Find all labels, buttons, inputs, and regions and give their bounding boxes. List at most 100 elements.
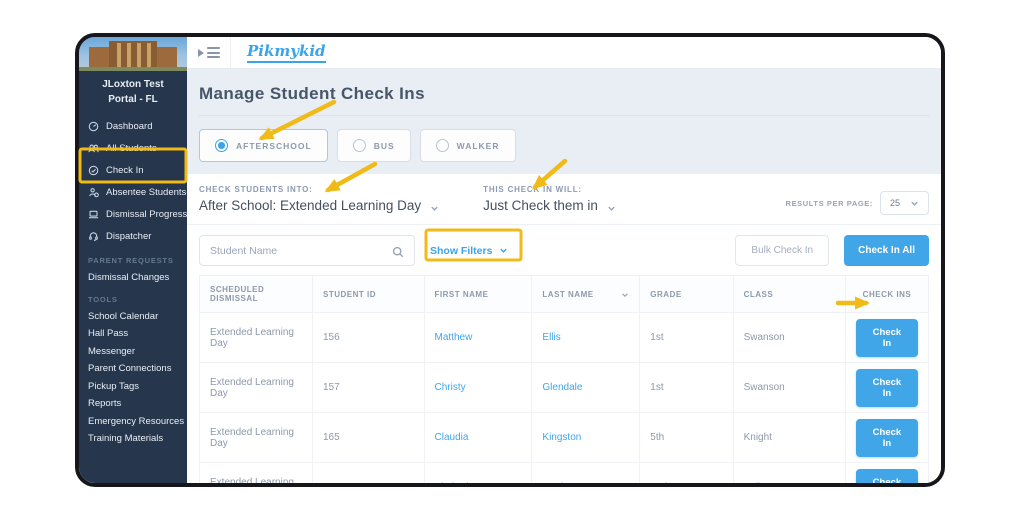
- sidebar-item-label: Dispatcher: [106, 230, 152, 242]
- col-student-id[interactable]: STUDENT ID: [311, 275, 425, 313]
- last-name-link[interactable]: Kingston: [542, 432, 581, 443]
- chevron-down-icon: [499, 246, 508, 255]
- table-row: Extended Learning Day 126 Kimberly Lewis…: [199, 462, 930, 483]
- sidebar-toggle-button[interactable]: [187, 37, 231, 68]
- check-in-button[interactable]: Check In: [855, 418, 918, 457]
- page-title: Manage Student Check Ins: [199, 84, 425, 103]
- radio-walker[interactable]: WALKER: [419, 129, 516, 162]
- cell-student-id: 126: [311, 462, 425, 483]
- sidebar-item-emergency-resources[interactable]: Emergency Resources: [79, 412, 187, 430]
- bulk-check-in-button[interactable]: Bulk Check In: [735, 235, 830, 266]
- people-icon: [88, 143, 99, 154]
- table-row: Extended Learning Day 156 Matthew Ellis …: [199, 312, 930, 363]
- sort-down-icon: [621, 291, 629, 299]
- cell-class: Swanson: [732, 362, 846, 413]
- sidebar-item-training-materials[interactable]: Training Materials: [79, 429, 187, 447]
- app-window: JLoxton Test Portal - FL Dashboard All S…: [75, 33, 945, 487]
- check-in-all-button[interactable]: Check In All: [844, 235, 929, 266]
- students-table: SCHEDULED DISMISSAL STUDENT ID FIRST NAM…: [199, 275, 930, 483]
- check-students-into-dropdown[interactable]: CHECK STUDENTS INTO: After School: Exten…: [199, 185, 439, 213]
- chevron-down-icon: [607, 201, 616, 211]
- divider: [199, 115, 929, 116]
- menu-expand-icon: [197, 47, 220, 58]
- headset-icon: [88, 231, 99, 242]
- dashboard-gauge-icon: [88, 121, 99, 132]
- show-filters-label: Show Filters: [430, 244, 493, 257]
- first-name-link[interactable]: Claudia: [435, 432, 469, 443]
- cell-student-id: 165: [311, 412, 425, 463]
- first-name-link[interactable]: Christy: [435, 382, 466, 393]
- pikmykid-logo[interactable]: Pikmykid: [247, 42, 326, 63]
- cell-scheduled-dismissal: Extended Learning Day: [199, 362, 313, 413]
- sidebar-item-absentee-students[interactable]: Absentee Students: [79, 181, 187, 203]
- radio-label: WALKER: [456, 140, 500, 151]
- cell-first-name: Matthew: [423, 312, 533, 363]
- cell-class: Knight: [732, 412, 846, 463]
- radio-dot: [352, 139, 366, 152]
- sidebar-item-dismissal-progress[interactable]: Dismissal Progress: [79, 203, 187, 225]
- cell-last-name: Lewis: [531, 462, 641, 483]
- first-name-link[interactable]: Matthew: [435, 332, 473, 343]
- sidebar-item-label: Check In: [106, 164, 144, 176]
- col-grade[interactable]: GRADE: [639, 275, 734, 313]
- cell-class: Bellmore: [732, 462, 846, 483]
- cell-grade: 2nd: [639, 462, 734, 483]
- col-label: LAST NAME: [542, 289, 594, 299]
- student-search-field[interactable]: [199, 235, 415, 266]
- cell-scheduled-dismissal: Extended Learning Day: [199, 312, 313, 363]
- results-per-page-select[interactable]: 25: [879, 191, 929, 215]
- cell-grade: 5th: [639, 412, 734, 463]
- check-in-button[interactable]: Check In: [855, 368, 918, 407]
- table-row: Extended Learning Day 157 Christy Glenda…: [199, 362, 930, 413]
- results-per-page-value: 25: [889, 198, 900, 208]
- last-name-link[interactable]: Lewis: [542, 482, 568, 483]
- show-filters-toggle[interactable]: Show Filters: [430, 245, 508, 257]
- radio-bus[interactable]: BUS: [336, 129, 411, 162]
- sidebar-item-label: Dashboard: [106, 120, 153, 132]
- radio-label: AFTERSCHOOL: [236, 140, 312, 151]
- cell-first-name: Claudia: [423, 412, 533, 463]
- last-name-link[interactable]: Ellis: [542, 332, 560, 343]
- last-name-link[interactable]: Glendale: [542, 382, 582, 393]
- check-in-panel: CHECK STUDENTS INTO: After School: Exten…: [187, 174, 941, 483]
- dropdown-label: THIS CHECK IN WILL:: [483, 185, 582, 194]
- results-per-page: RESULTS PER PAGE: 25: [786, 191, 929, 215]
- sidebar-item-school-calendar[interactable]: School Calendar: [79, 307, 187, 325]
- dropdown-value: After School: Extended Learning Day: [199, 198, 422, 213]
- table-row: Extended Learning Day 165 Claudia Kingst…: [199, 412, 930, 463]
- sidebar-nav: Dashboard All Students Check In Absentee…: [79, 111, 187, 247]
- col-class[interactable]: CLASS: [732, 275, 846, 313]
- cell-grade: 1st: [639, 362, 734, 413]
- sidebar-item-dispatcher[interactable]: Dispatcher: [79, 225, 187, 247]
- radio-dot: [215, 139, 228, 152]
- search-row: Show Filters Bulk Check In Check In All: [199, 225, 929, 275]
- dropdown-value: Just Check them in: [483, 198, 598, 213]
- sidebar-item-hall-pass[interactable]: Hall Pass: [79, 324, 187, 342]
- dropdown-label: CHECK STUDENTS INTO:: [199, 185, 313, 194]
- sidebar-item-check-in[interactable]: Check In: [79, 159, 187, 181]
- sidebar-item-dashboard[interactable]: Dashboard: [79, 115, 187, 137]
- table-header-row: SCHEDULED DISMISSAL STUDENT ID FIRST NAM…: [199, 275, 930, 313]
- sidebar-item-reports[interactable]: Reports: [79, 394, 187, 412]
- sidebar-item-dismissal-changes[interactable]: Dismissal Changes: [79, 268, 187, 286]
- check-in-type-group: AFTERSCHOOL BUS WALKER: [199, 129, 929, 162]
- first-name-link[interactable]: Kimberly: [435, 482, 474, 483]
- col-scheduled-dismissal[interactable]: SCHEDULED DISMISSAL: [199, 275, 313, 313]
- radio-afterschool[interactable]: AFTERSCHOOL: [199, 129, 328, 162]
- sidebar-item-label: Dismissal Progress: [106, 208, 188, 220]
- cell-student-id: 157: [311, 362, 425, 413]
- check-in-button[interactable]: Check In: [855, 318, 918, 357]
- this-check-in-will-dropdown[interactable]: THIS CHECK IN WILL: Just Check them in: [483, 185, 616, 213]
- student-search-input[interactable]: [210, 244, 392, 257]
- dropdown-row: CHECK STUDENTS INTO: After School: Exten…: [199, 174, 929, 224]
- top-bar: Pikmykid: [187, 37, 941, 69]
- check-in-button[interactable]: Check In: [855, 468, 918, 483]
- cell-last-name: Kingston: [531, 412, 641, 463]
- col-last-name[interactable]: LAST NAME: [531, 275, 641, 313]
- portal-title: JLoxton Test Portal - FL: [102, 79, 164, 105]
- sidebar-item-all-students[interactable]: All Students: [79, 137, 187, 159]
- col-first-name[interactable]: FIRST NAME: [423, 275, 533, 313]
- sidebar-item-pickup-tags[interactable]: Pickup Tags: [79, 377, 187, 395]
- sidebar-item-messenger[interactable]: Messenger: [79, 342, 187, 360]
- sidebar-item-parent-connections[interactable]: Parent Connections: [79, 359, 187, 377]
